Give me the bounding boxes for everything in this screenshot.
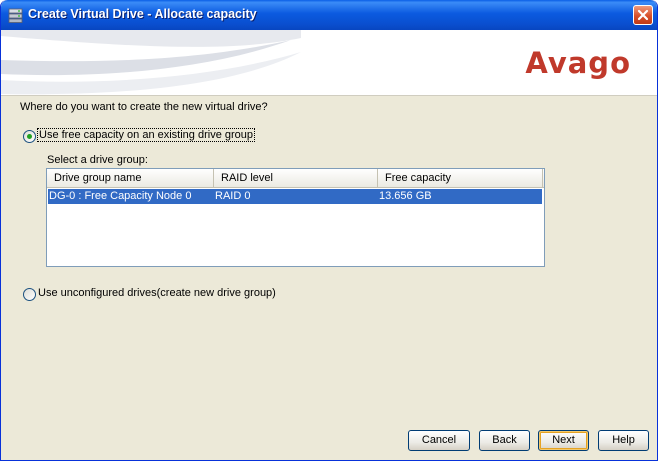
radio-unconfigured-drives[interactable] [23,288,36,301]
radio-existing-group[interactable] [23,130,36,143]
select-drive-group-label: Select a drive group: [47,154,148,166]
table-header: Drive group name RAID level Free capacit… [47,169,544,188]
window-title: Create Virtual Drive - Allocate capacity [28,7,257,21]
radio-unconfigured-drives-label[interactable]: Use unconfigured drives(create new drive… [38,287,276,299]
back-button[interactable]: Back [479,430,530,451]
help-button[interactable]: Help [598,430,649,451]
title-bar[interactable]: Create Virtual Drive - Allocate capacity [1,0,657,30]
close-icon [637,9,649,21]
cell-raid-level: RAID 0 [215,190,251,202]
cancel-button[interactable]: Cancel [408,430,470,451]
server-stack-icon [8,8,23,23]
question-text: Where do you want to create the new virt… [20,101,268,113]
column-header-name[interactable]: Drive group name [47,169,214,187]
header-banner: Avago [1,30,657,96]
column-header-raid[interactable]: RAID level [214,169,378,187]
column-header-free[interactable]: Free capacity [378,169,543,187]
drive-group-table[interactable]: Drive group name RAID level Free capacit… [46,168,545,267]
table-row[interactable]: DG-0 : Free Capacity Node 0 RAID 0 13.65… [48,189,542,204]
avago-logo: Avago [525,46,631,80]
cell-drive-group-name: DG-0 : Free Capacity Node 0 [49,190,192,202]
next-button[interactable]: Next [538,430,589,451]
radio-selected-dot [27,134,32,139]
dialog-window: Create Virtual Drive - Allocate capacity… [0,0,658,461]
radio-existing-group-label[interactable]: Use free capacity on an existing drive g… [36,128,256,142]
close-button[interactable] [633,5,653,25]
cell-free-capacity: 13.656 GB [379,190,432,202]
